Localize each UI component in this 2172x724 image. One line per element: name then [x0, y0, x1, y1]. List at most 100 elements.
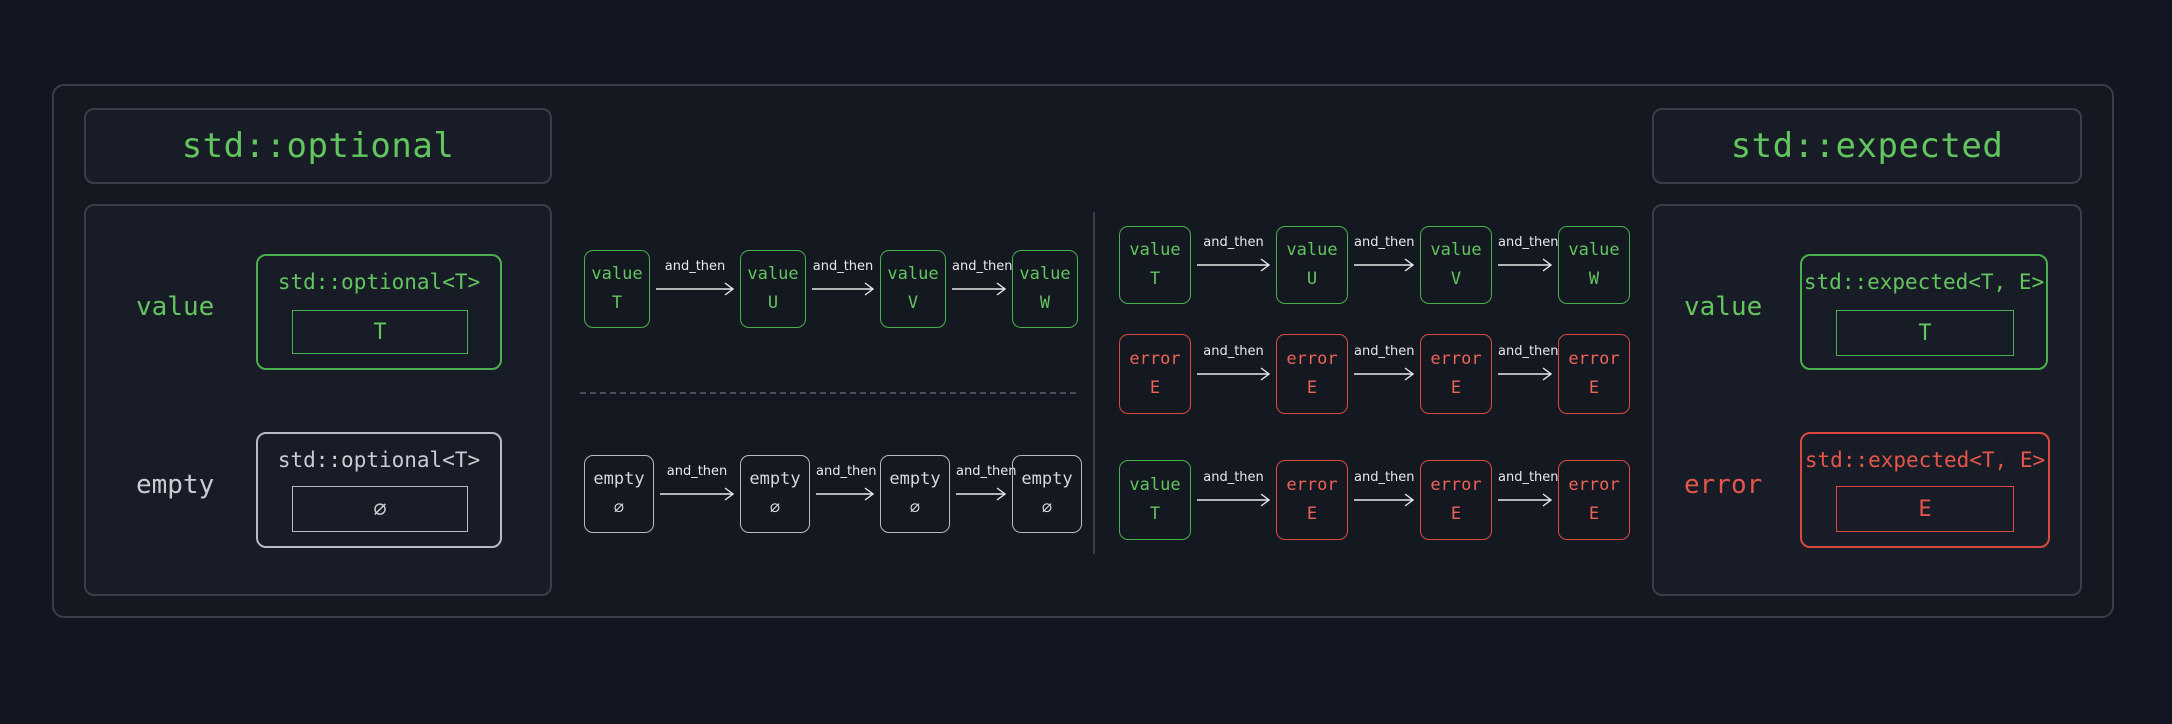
and-then-arrow: and_then	[952, 259, 1013, 299]
chain-node-state: error	[1129, 349, 1181, 369]
and-then-label: and_then	[1354, 470, 1415, 485]
chain-node: value W	[1558, 226, 1630, 304]
chain-node-state: empty	[889, 469, 941, 490]
and-then-arrow: and_then	[1197, 235, 1270, 275]
chain-node-value: E	[1588, 504, 1600, 524]
optional-empty-box: std::optional<T> ∅	[256, 432, 502, 548]
and-then-arrow: and_then	[1354, 470, 1415, 510]
expected-value-label: value	[1684, 292, 1763, 322]
chain-node-value: E	[1306, 378, 1318, 398]
chain-node-value: ∅	[909, 497, 921, 518]
chain-node: empty ∅	[584, 455, 654, 533]
chain-node: value W	[1012, 250, 1078, 328]
chain-node: error E	[1276, 460, 1348, 540]
and-then-label: and_then	[1354, 344, 1415, 359]
optional-value-box: std::optional<T> T	[256, 254, 502, 370]
optional-title: std::optional	[181, 126, 455, 166]
arrow-icon	[1354, 493, 1414, 507]
chain-node: value V	[880, 250, 946, 328]
optional-title-panel: std::optional	[84, 108, 552, 184]
chain-node: value U	[1276, 226, 1348, 304]
and-then-arrow: and_then	[656, 259, 734, 299]
chain-node-value: E	[1450, 378, 1462, 398]
optional-value-inner: T	[292, 310, 468, 354]
and-then-label: and_then	[816, 464, 877, 479]
optional-value-type: std::optional<T>	[277, 270, 481, 294]
arrow-icon	[656, 282, 734, 296]
expected-error-label: error	[1684, 470, 1763, 500]
expected-error-box: std::expected<T, E> E	[1800, 432, 2050, 548]
arrow-icon	[1498, 367, 1552, 381]
arrow-icon	[812, 282, 874, 296]
chain-node-value: E	[1149, 378, 1161, 398]
and-then-label: and_then	[1203, 470, 1264, 485]
expected-title-panel: std::expected	[1652, 108, 2082, 184]
chain-node: value T	[1119, 460, 1191, 540]
optional-empty-inner: ∅	[292, 486, 468, 532]
chain-node: error E	[1420, 334, 1492, 414]
arrow-icon	[660, 487, 734, 501]
chain-node-state: value	[1568, 240, 1620, 261]
chain-node: error E	[1558, 460, 1630, 540]
optional-value-label: value	[136, 292, 215, 322]
chain-node-state: error	[1568, 349, 1620, 369]
arrow-icon	[1498, 493, 1552, 507]
and-then-arrow: and_then	[816, 464, 877, 504]
chain-node-state: value	[887, 264, 939, 285]
and-then-arrow: and_then	[1197, 470, 1270, 510]
and-then-arrow: and_then	[812, 259, 874, 299]
arrow-icon	[1197, 493, 1270, 507]
chain-node-state: value	[1286, 240, 1338, 261]
section-divider	[1093, 212, 1095, 554]
chain-node-value: V	[907, 292, 919, 313]
chain-node-state: value	[591, 264, 643, 285]
chain-node: value U	[740, 250, 806, 328]
arrow-icon	[816, 487, 874, 501]
chain-node-value: T	[1149, 504, 1161, 524]
chain-node-state: error	[1286, 475, 1338, 495]
chain-node-state: error	[1568, 475, 1620, 495]
chain-divider-dashed	[580, 392, 1076, 394]
and-then-label: and_then	[1498, 235, 1559, 250]
chain-node-value: E	[1450, 504, 1462, 524]
chain-node: value T	[1119, 226, 1191, 304]
chain-node-state: empty	[749, 469, 801, 490]
chain-node-state: error	[1286, 349, 1338, 369]
chain-node: value V	[1420, 226, 1492, 304]
chain-node-value: E	[1588, 378, 1600, 398]
arrow-icon	[1498, 258, 1552, 272]
chain-node-value: ∅	[613, 497, 625, 518]
arrow-icon	[1197, 367, 1270, 381]
chain-node-state: error	[1430, 349, 1482, 369]
and-then-label: and_then	[1354, 235, 1415, 250]
and-then-arrow: and_then	[956, 464, 1017, 504]
and-then-label: and_then	[1203, 235, 1264, 250]
chain-node-state: value	[1129, 475, 1181, 495]
chain-node-value: T	[1149, 268, 1161, 289]
and-then-arrow: and_then	[1498, 470, 1559, 510]
and-then-arrow: and_then	[1498, 344, 1559, 384]
chain-node: error E	[1558, 334, 1630, 414]
expected-value-type: std::expected<T, E>	[1803, 270, 2045, 294]
arrow-icon	[1354, 258, 1414, 272]
and-then-label: and_then	[664, 259, 726, 274]
arrow-icon	[956, 487, 1006, 501]
and-then-label: and_then	[812, 259, 874, 274]
expected-error-inner: E	[1836, 486, 2014, 532]
and-then-arrow: and_then	[1354, 235, 1415, 275]
and-then-label: and_then	[666, 464, 728, 479]
optional-empty-type: std::optional<T>	[277, 448, 481, 472]
chain-node-value: E	[1306, 504, 1318, 524]
and-then-arrow: and_then	[1354, 344, 1415, 384]
chain-node-value: T	[611, 292, 623, 313]
expected-value-box: std::expected<T, E> T	[1800, 254, 2048, 370]
and-then-arrow: and_then	[660, 464, 734, 504]
chain-node-value: W	[1588, 268, 1600, 289]
chain-node-state: value	[1430, 240, 1482, 261]
optional-empty-label: empty	[136, 470, 215, 500]
chain-node-state: value	[1129, 240, 1181, 261]
chain-node-value: U	[767, 292, 779, 313]
arrow-icon	[1354, 367, 1414, 381]
chain-node-state: empty	[1021, 469, 1073, 490]
and-then-label: and_then	[1203, 344, 1264, 359]
